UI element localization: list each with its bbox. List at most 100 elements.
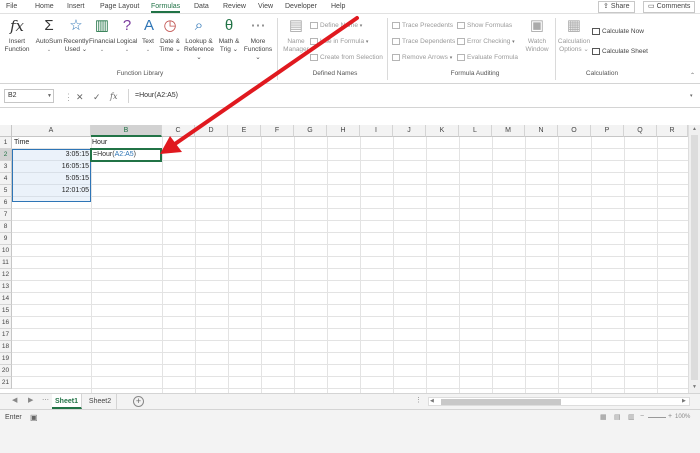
tab-developer[interactable]: Developer — [285, 3, 317, 10]
tab-page-layout[interactable]: Page Layout — [100, 3, 139, 10]
row-header-9[interactable]: 9 — [0, 233, 12, 245]
column-header-o[interactable]: O — [558, 125, 591, 137]
recently-used-button[interactable]: ☆ Recently Used ⌄ — [62, 16, 90, 54]
macro-record-icon[interactable]: ▣ — [30, 413, 38, 422]
tab-review[interactable]: Review — [223, 3, 246, 10]
trace-dependents-button[interactable]: Trace Dependents — [392, 38, 455, 45]
financial-button[interactable]: ▥ Financial ⌄ — [89, 16, 115, 54]
cell-a4[interactable]: 5:05:15 — [12, 173, 91, 185]
watch-window-button[interactable]: ▣ Watch Window — [522, 16, 552, 54]
sheet-next-icon[interactable]: ▶ — [28, 396, 33, 404]
tab-insert[interactable]: Insert — [67, 3, 85, 10]
trace-precedents-button[interactable]: Trace Precedents — [392, 22, 453, 29]
row-header-15[interactable]: 15 — [0, 305, 12, 317]
column-header-k[interactable]: K — [426, 125, 459, 137]
column-header-c[interactable]: C — [162, 125, 195, 137]
tab-formulas[interactable]: Formulas — [151, 3, 181, 13]
row-header-12[interactable]: 12 — [0, 269, 12, 281]
define-name-button[interactable]: Define Name ▾ — [310, 22, 362, 29]
use-in-formula-button[interactable]: Use in Formula ▾ — [310, 38, 368, 45]
row-header-11[interactable]: 11 — [0, 257, 12, 269]
error-checking-button[interactable]: Error Checking ▾ — [457, 38, 515, 45]
column-header-d[interactable]: D — [195, 125, 228, 137]
row-header-1[interactable]: 1 — [0, 137, 12, 149]
row-header-5[interactable]: 5 — [0, 185, 12, 197]
column-header-m[interactable]: M — [492, 125, 525, 137]
horizontal-scroll-thumb[interactable] — [441, 399, 561, 405]
remove-arrows-button[interactable]: Remove Arrows ▾ — [392, 54, 452, 61]
cell-a2[interactable]: 3:05:15 — [12, 149, 91, 161]
row-header-6[interactable]: 6 — [0, 197, 12, 209]
sheet-prev-icon[interactable]: ◀ — [12, 396, 17, 404]
evaluate-formula-button[interactable]: Evaluate Formula — [457, 54, 518, 61]
row-header-2[interactable]: 2 — [0, 149, 12, 161]
cell-a3[interactable]: 16:05:15 — [12, 161, 91, 173]
row-header-16[interactable]: 16 — [0, 317, 12, 329]
scroll-down-icon[interactable]: ▼ — [692, 384, 697, 390]
sheet-tab-sheet2[interactable]: Sheet2 — [84, 394, 117, 409]
tab-help[interactable]: Help — [331, 3, 345, 10]
fx-icon[interactable]: fx — [110, 92, 117, 101]
enter-icon[interactable]: ✓ — [93, 92, 101, 103]
column-header-b[interactable]: B — [91, 125, 162, 137]
tab-data[interactable]: Data — [194, 3, 209, 10]
select-all-corner[interactable] — [0, 125, 12, 137]
cancel-icon[interactable]: ✕ — [76, 92, 84, 103]
calculate-sheet-button[interactable]: Calculate Sheet — [592, 48, 648, 55]
zoom-slider[interactable] — [648, 417, 666, 418]
show-formulas-button[interactable]: Show Formulas — [457, 22, 512, 29]
row-header-14[interactable]: 14 — [0, 293, 12, 305]
horizontal-scrollbar[interactable]: ◀ ▶ — [428, 397, 690, 406]
tab-file[interactable]: File — [6, 3, 17, 10]
column-header-a[interactable]: A — [12, 125, 91, 137]
scroll-up-icon[interactable]: ▲ — [692, 126, 697, 132]
row-header-17[interactable]: 17 — [0, 329, 12, 341]
zoom-out-icon[interactable]: − — [640, 413, 644, 420]
page-break-view-icon[interactable]: ▥ — [628, 413, 635, 421]
active-cell-b2[interactable]: =Hour(A2:A5) — [90, 148, 162, 162]
row-header-4[interactable]: 4 — [0, 173, 12, 185]
autosum-button[interactable]: Σ AutoSum ⌄ — [35, 16, 63, 54]
calculation-options-button[interactable]: ▦ Calculation Options ⌄ — [557, 16, 591, 54]
date-time-button[interactable]: ◷ Date & Time ⌄ — [158, 16, 182, 54]
vertical-scroll-thumb[interactable] — [691, 135, 698, 380]
row-header-3[interactable]: 3 — [0, 161, 12, 173]
scroll-right-icon[interactable]: ▶ — [682, 398, 686, 404]
column-header-h[interactable]: H — [327, 125, 360, 137]
tab-view[interactable]: View — [258, 3, 273, 10]
expand-formula-bar-icon[interactable]: ▾ — [690, 93, 693, 99]
row-header-21[interactable]: 21 — [0, 377, 12, 389]
sheet-tab-sheet1[interactable]: Sheet1 — [52, 394, 82, 409]
row-header-7[interactable]: 7 — [0, 209, 12, 221]
cell-a1[interactable]: Time — [14, 137, 29, 149]
column-header-n[interactable]: N — [525, 125, 558, 137]
chevron-down-icon[interactable]: ▼ — [47, 93, 52, 99]
normal-view-icon[interactable]: ▦ — [600, 413, 607, 421]
row-header-19[interactable]: 19 — [0, 353, 12, 365]
column-header-r[interactable]: R — [657, 125, 688, 137]
lookup-reference-button[interactable]: ⌕ Lookup & Reference ⌄ — [183, 16, 215, 62]
row-header-13[interactable]: 13 — [0, 281, 12, 293]
column-header-q[interactable]: Q — [624, 125, 657, 137]
insert-function-button[interactable]: fx Insert Function — [4, 16, 30, 54]
column-header-e[interactable]: E — [228, 125, 261, 137]
logical-button[interactable]: ? Logical ⌄ — [116, 16, 138, 54]
more-functions-button[interactable]: ⋯ More Functions ⌄ — [243, 16, 273, 62]
page-layout-view-icon[interactable]: ▤ — [614, 413, 621, 421]
column-header-g[interactable]: G — [294, 125, 327, 137]
vertical-scrollbar[interactable]: ▲ ▼ — [688, 125, 700, 393]
cell-a5[interactable]: 12:01:05 — [12, 185, 91, 197]
column-header-p[interactable]: P — [591, 125, 624, 137]
collapse-ribbon-icon[interactable]: ⌃ — [690, 72, 695, 79]
comments-button[interactable]: ▭ Comments — [643, 1, 696, 13]
calculate-now-button[interactable]: Calculate Now — [592, 28, 644, 35]
column-header-j[interactable]: J — [393, 125, 426, 137]
zoom-in-icon[interactable]: + — [668, 413, 672, 420]
scroll-left-icon[interactable]: ◀ — [430, 398, 434, 404]
splitter-handle-icon[interactable]: ⋮ — [415, 396, 422, 404]
add-sheet-button[interactable]: + — [133, 396, 144, 407]
text-button[interactable]: A Text ⌄ — [140, 16, 156, 54]
row-header-18[interactable]: 18 — [0, 341, 12, 353]
row-header-10[interactable]: 10 — [0, 245, 12, 257]
formula-input[interactable]: =Hour(A2:A5) — [128, 89, 693, 103]
